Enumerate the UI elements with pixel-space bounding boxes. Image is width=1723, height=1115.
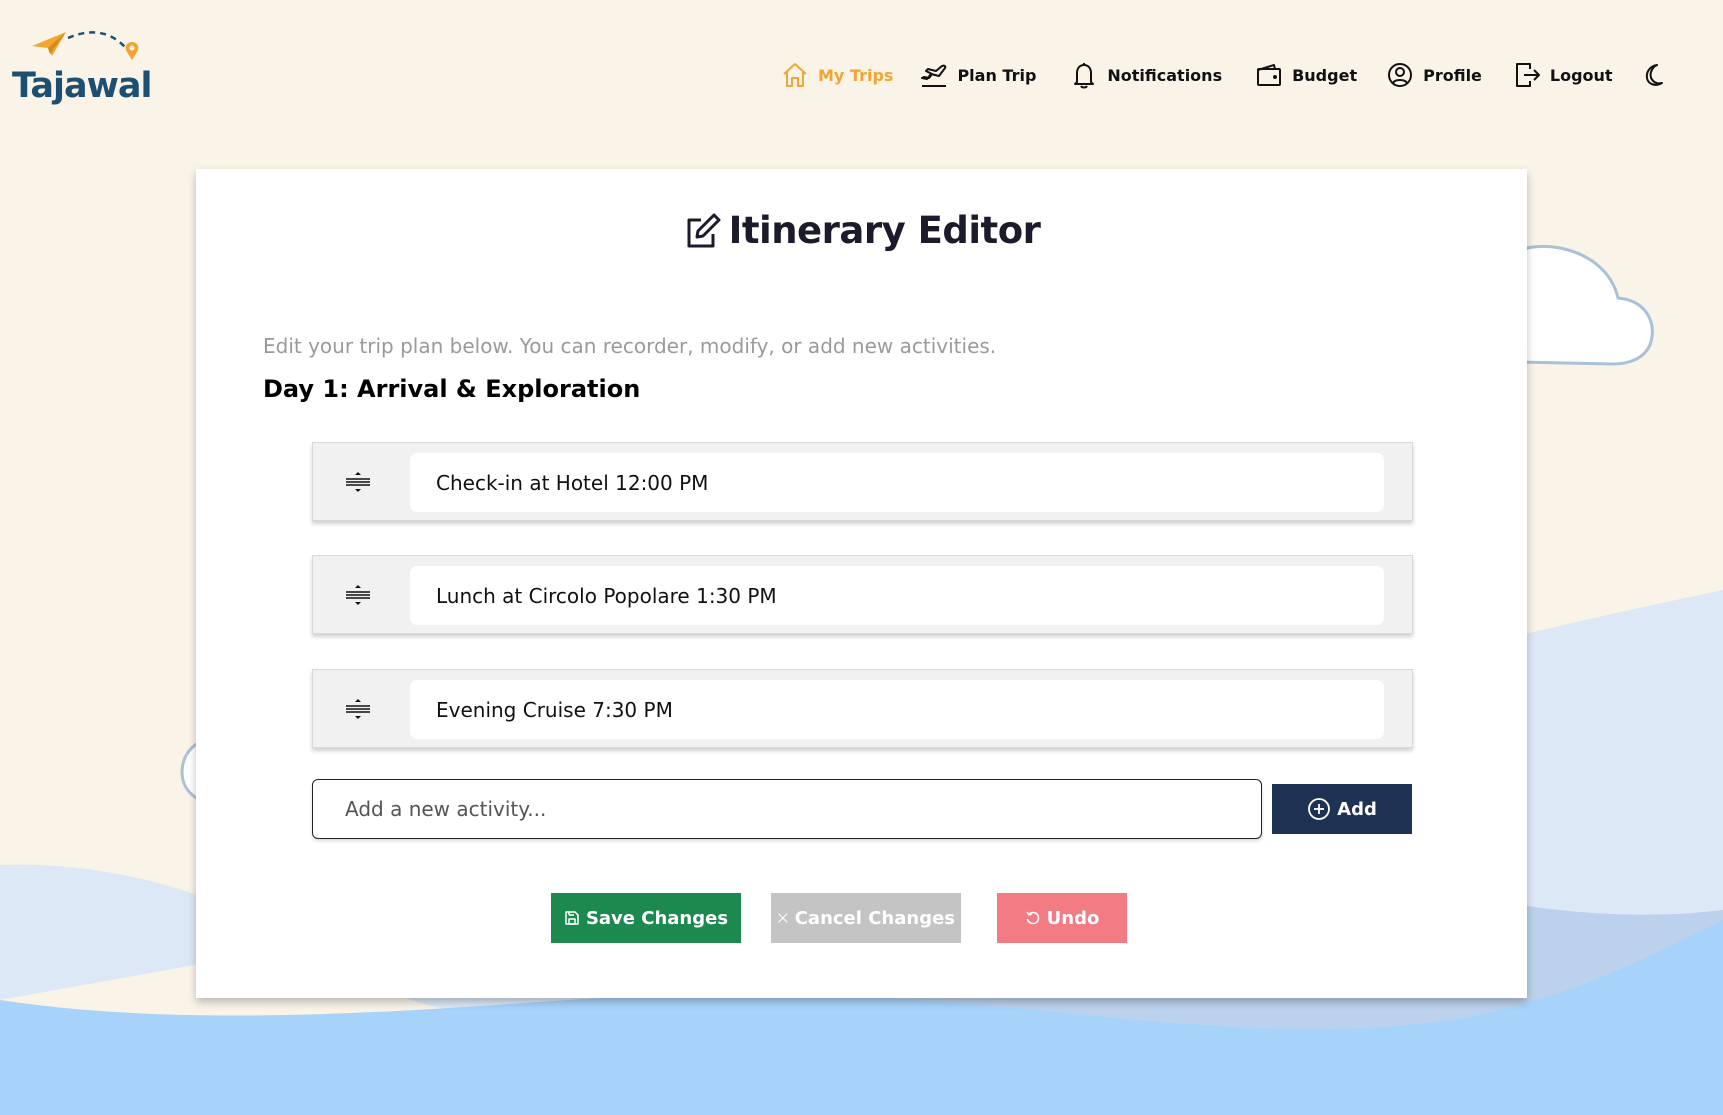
user-circle-icon	[1388, 63, 1413, 87]
airplane-takeoff-icon	[921, 64, 947, 87]
activity-item[interactable]: Lunch at Circolo Popolare 1:30 PM	[312, 555, 1413, 634]
activity-text-field[interactable]: Evening Cruise 7:30 PM	[410, 680, 1384, 739]
paper-plane-icon	[32, 31, 139, 60]
drag-handle-icon[interactable]	[343, 467, 373, 497]
activity-item[interactable]: Check-in at Hotel 12:00 PM	[312, 442, 1413, 521]
save-changes-button[interactable]: Save Changes	[551, 893, 741, 943]
save-button-label: Save Changes	[585, 907, 729, 929]
brand-logo[interactable]: Tajawal	[12, 28, 153, 110]
activity-item[interactable]: Evening Cruise 7:30 PM	[312, 669, 1413, 748]
activity-text-field[interactable]: Check-in at Hotel 12:00 PM	[410, 453, 1384, 512]
cancel-changes-button[interactable]: Cancel Changes	[771, 893, 961, 943]
logout-icon	[1515, 63, 1540, 87]
bell-icon	[1074, 63, 1095, 89]
save-icon	[565, 911, 579, 925]
top-nav: My Trips Plan Trip Notifications Budget …	[780, 58, 1667, 92]
activity-text-field[interactable]: Lunch at Circolo Popolare 1:30 PM	[410, 566, 1384, 625]
edit-icon	[687, 213, 721, 247]
nav-profile[interactable]: Profile	[1385, 60, 1482, 90]
nav-label: Notifications	[1107, 65, 1223, 85]
new-activity-input[interactable]	[312, 779, 1262, 839]
undo-button[interactable]: Undo	[997, 893, 1127, 943]
home-icon	[783, 63, 807, 87]
page-title: Itinerary Editor	[196, 209, 1527, 259]
undo-icon	[1026, 911, 1039, 925]
nav-logout[interactable]: Logout	[1512, 60, 1613, 90]
nav-label: My Trips	[818, 65, 894, 85]
nav-plan-trip[interactable]: Plan Trip	[919, 60, 1036, 90]
drag-handle-icon[interactable]	[343, 580, 373, 610]
plus-circle-icon	[1308, 798, 1331, 820]
day-title: Day 1: Arrival & Exploration	[263, 375, 641, 403]
cancel-button-label: Cancel Changes	[794, 907, 955, 929]
nav-my-trips[interactable]: My Trips	[780, 60, 893, 90]
page-title-text: Itinerary Editor	[728, 209, 1041, 252]
brand-name: Tajawal	[12, 66, 153, 106]
nav-notifications[interactable]: Notifications	[1069, 60, 1222, 90]
add-button-label: Add	[1337, 798, 1377, 820]
itinerary-editor-card: Itinerary Editor Edit your trip plan bel…	[196, 169, 1527, 998]
undo-button-label: Undo	[1046, 907, 1100, 929]
nav-budget[interactable]: Budget	[1254, 60, 1357, 90]
nav-label: Budget	[1292, 65, 1358, 85]
nav-label: Logout	[1549, 65, 1613, 85]
drag-handle-icon[interactable]	[343, 694, 373, 724]
add-activity-button[interactable]: Add	[1272, 784, 1412, 834]
editor-subtitle: Edit your trip plan below. You can recor…	[263, 334, 997, 358]
nav-label: Plan Trip	[957, 65, 1037, 85]
close-icon	[778, 913, 788, 923]
moon-icon[interactable]	[1637, 60, 1667, 90]
nav-label: Profile	[1423, 65, 1482, 85]
wallet-icon	[1257, 64, 1282, 86]
